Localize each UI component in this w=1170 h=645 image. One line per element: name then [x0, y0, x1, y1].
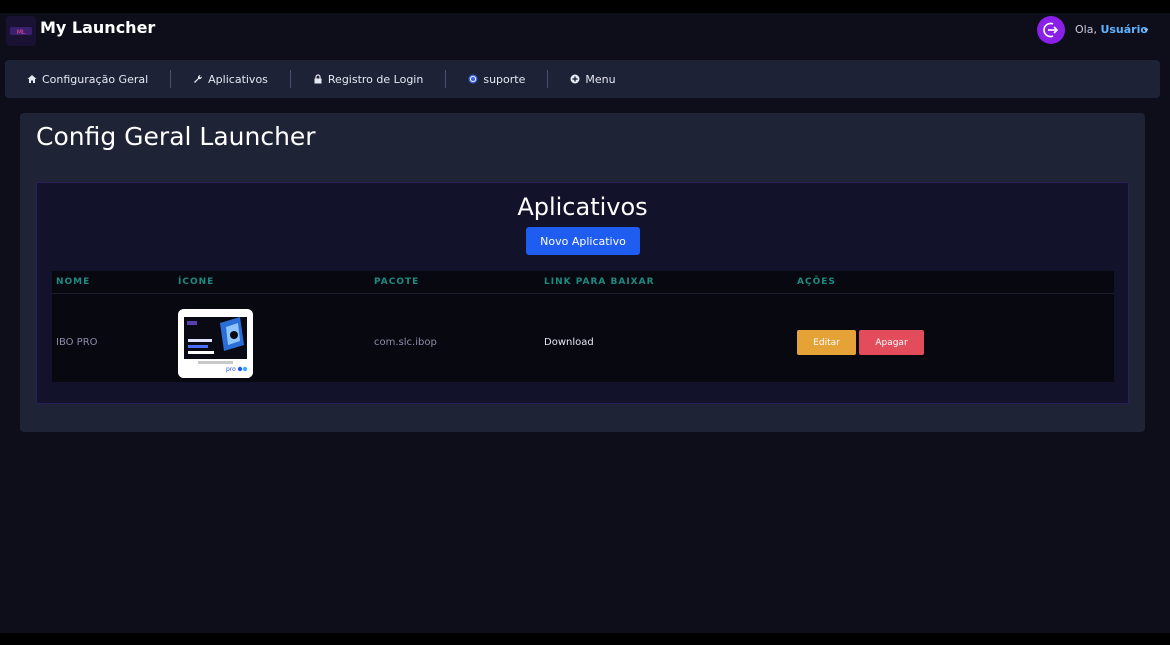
nav-item-label: suporte	[483, 72, 526, 86]
nav-item-label: Registro de Login	[327, 72, 424, 86]
panel-title: Aplicativos	[517, 193, 648, 221]
nav-item-aplicativos[interactable]: Aplicativos	[193, 73, 268, 86]
column-header-link: LINK PARA BAIXAR	[544, 277, 655, 287]
app-title: My Launcher	[40, 18, 156, 37]
nav-divider	[547, 70, 549, 88]
nav-item-menu[interactable]: Menu	[570, 72, 616, 86]
svg-text:ML: ML	[17, 29, 26, 36]
edit-button[interactable]: Editar	[797, 330, 856, 355]
home-icon	[27, 74, 37, 84]
logout-icon	[1043, 22, 1059, 38]
delete-button[interactable]: Apagar	[859, 330, 924, 355]
new-app-button[interactable]: Novo Aplicativo	[526, 227, 640, 255]
column-header-icone: ÍCONE	[178, 277, 215, 287]
page-title: Config Geral Launcher	[36, 122, 316, 151]
table-row: IBO PRO pro com.slc.ibop Download Editar…	[52, 295, 1114, 382]
nav-item-registro-login[interactable]: Registro de Login	[313, 73, 423, 86]
column-header-acoes: AÇÕES	[797, 277, 836, 287]
chevron-down-icon[interactable]: ⌄	[1142, 23, 1150, 34]
app-thumbnail: pro	[178, 309, 253, 378]
user-menu[interactable]: Ola, Usuário	[1075, 23, 1148, 36]
app-window: ML My Launcher Ola, Usuário ⌄ Configuraç…	[0, 13, 1170, 633]
logout-avatar[interactable]	[1037, 16, 1065, 44]
apps-table: NOME ÍCONE PACOTE LINK PARA BAIXAR AÇÕES…	[52, 271, 1114, 382]
app-screenshot-icon: pro	[178, 309, 253, 378]
top-bar: ML My Launcher Ola, Usuário ⌄	[0, 13, 1170, 59]
main-nav: Configuração Geral Aplicativos Registro …	[5, 60, 1160, 98]
nav-item-label: Aplicativos	[208, 72, 268, 86]
logo-icon: ML	[10, 27, 32, 36]
app-name: IBO PRO	[56, 337, 98, 348]
svg-text:pro: pro	[226, 366, 236, 373]
plus-circle-icon	[570, 74, 580, 84]
nav-item-label: Menu	[585, 72, 616, 86]
whatsapp-icon	[468, 74, 478, 84]
main-card: Config Geral Launcher Aplicativos Novo A…	[20, 113, 1145, 432]
column-header-nome: NOME	[56, 277, 91, 287]
nav-divider	[289, 70, 291, 88]
app-logo[interactable]: ML	[6, 16, 36, 46]
nav-item-configuracao[interactable]: Configuração Geral	[27, 73, 148, 86]
app-package: com.slc.ibop	[374, 337, 437, 348]
nav-item-suporte[interactable]: suporte	[468, 73, 525, 86]
apps-panel: Aplicativos Novo Aplicativo NOME ÍCONE P…	[36, 182, 1129, 404]
nav-item-label: Configuração Geral	[42, 72, 149, 86]
greeting-text: Ola,	[1075, 23, 1097, 36]
column-header-pacote: PACOTE	[374, 277, 420, 287]
nav-divider	[445, 70, 447, 88]
table-header: NOME ÍCONE PACOTE LINK PARA BAIXAR AÇÕES	[52, 271, 1114, 294]
user-name: Usuário	[1100, 23, 1148, 36]
wrench-icon	[193, 74, 203, 84]
lock-icon	[313, 74, 323, 84]
download-link[interactable]: Download	[544, 337, 594, 348]
nav-divider	[170, 70, 172, 88]
